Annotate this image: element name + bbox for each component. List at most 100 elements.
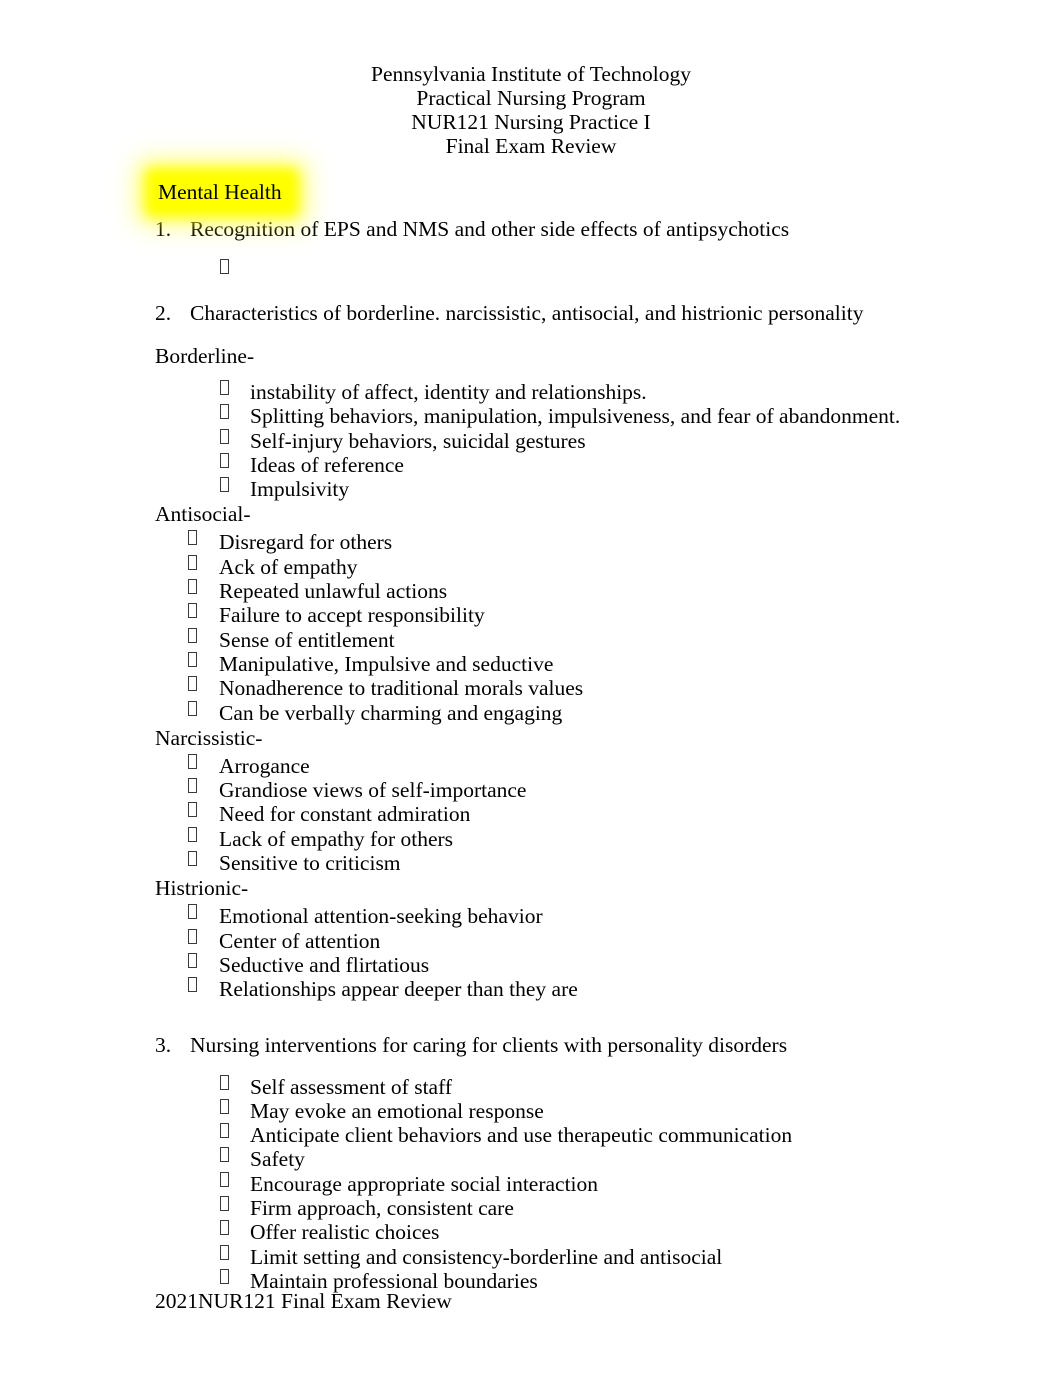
list-item: Encourage appropriate social interaction [0, 1171, 1062, 1196]
group-heading-antisocial: Antisocial- [155, 502, 251, 527]
list-text-1: Recognition of EPS and NMS and other sid… [190, 217, 790, 241]
bullet-box-icon [188, 851, 197, 867]
bullet-list-interventions: Self assessment of staff May evoke an em… [0, 1074, 1062, 1294]
document-page: Pennsylvania Institute of Technology Pra… [0, 0, 1062, 1377]
group-heading-borderline: Borderline- [155, 344, 255, 368]
header-line-course: NUR121 Nursing Practice I [411, 110, 651, 134]
bullet-text: Failure to accept responsibility [219, 603, 485, 628]
bullet-text: Impulsivity [250, 477, 350, 502]
bullet-text: Ideas of reference [250, 452, 404, 477]
bullet-text: Anticipate client behaviors and use ther… [250, 1123, 793, 1148]
bullet-text: May evoke an emotional response [250, 1098, 544, 1123]
list-item: Splitting behaviors, manipulation, impul… [0, 404, 1062, 428]
list-item: Arrogance [0, 753, 1062, 778]
bullet-box-icon [220, 380, 229, 395]
bullet-text: instability of affect, identity and rela… [250, 380, 647, 404]
bullet-text: Self-injury behaviors, suicidal gestures [250, 428, 586, 453]
document-body: 1. Recognition of EPS and NMS and other … [0, 216, 1062, 1293]
bullet-text: Repeated unlawful actions [219, 579, 448, 604]
bullet-text: Sensitive to criticism [219, 851, 401, 876]
bullet-box-icon [220, 1171, 229, 1187]
list-item-3: 3. Nursing interventions for caring for … [0, 1032, 1062, 1059]
empty-bullet-row [0, 259, 1062, 286]
bullet-list-narcissistic: Arrogance Grandiose views of self-import… [0, 753, 1062, 876]
list-item-2: 2. Characteristics of borderline. narcis… [0, 300, 1062, 327]
bullet-box-icon [220, 1147, 229, 1163]
bullet-list-borderline: instability of affect, identity and rela… [0, 380, 1062, 501]
bullet-box-icon [188, 826, 197, 842]
bullet-text: Emotional attention-seeking behavior [219, 904, 543, 929]
bullet-text: Need for constant admiration [219, 802, 471, 827]
bullet-list-antisocial: Disregard for others Ack of empathy Repe… [0, 530, 1062, 725]
bullet-text: Center of attention [219, 928, 381, 953]
bullet-text: Splitting behaviors, manipulation, impul… [250, 404, 901, 429]
list-item: Can be verbally charming and engaging [0, 700, 1062, 725]
list-item-1: 1. Recognition of EPS and NMS and other … [0, 216, 1062, 243]
bullet-text: Nonadherence to traditional morals value… [219, 676, 584, 701]
list-text-3: Nursing interventions for caring for cli… [190, 1032, 788, 1057]
bullet-text: Disregard for others [219, 530, 393, 555]
list-item: Ack of empathy [0, 554, 1062, 579]
section-heading-mental-health: Mental Health [155, 178, 289, 207]
bullet-box-icon [220, 1196, 229, 1212]
bullet-box-icon [188, 977, 197, 993]
header-line-institution: Pennsylvania Institute of Technology [371, 62, 691, 86]
bullet-box-icon [188, 928, 197, 944]
bullet-box-icon [188, 651, 197, 667]
bullet-text: Relationships appear deeper than they ar… [219, 977, 578, 1002]
list-text-2: Characteristics of borderline. narcissis… [190, 301, 864, 325]
document-header: Pennsylvania Institute of Technology Pra… [0, 62, 1062, 158]
bullet-text: Ack of empathy [219, 554, 358, 579]
bullet-box-icon [188, 530, 197, 546]
list-item: May evoke an emotional response [0, 1098, 1062, 1123]
bullet-text: Firm approach, consistent care [250, 1196, 514, 1221]
bullet-box-icon [220, 259, 229, 274]
list-item: Self assessment of staff [0, 1074, 1062, 1099]
bullet-text: Sense of entitlement [219, 627, 395, 652]
list-number-2: 2. [155, 301, 172, 325]
bullet-box-icon [188, 579, 197, 595]
list-item: Ideas of reference [0, 452, 1062, 477]
bullet-box-icon [220, 1244, 229, 1260]
list-item: Lack of empathy for others [0, 826, 1062, 851]
list-item: Sense of entitlement [0, 627, 1062, 652]
bullet-box-icon [220, 1220, 229, 1236]
list-number-1: 1. [155, 217, 172, 241]
group-heading-narcissistic: Narcissistic- [155, 725, 263, 750]
list-item: Failure to accept responsibility [0, 603, 1062, 627]
document-footer: 2021NUR121 Final Exam Review [155, 1289, 452, 1313]
list-item: Impulsivity [0, 477, 1062, 501]
bullet-text: Safety [250, 1147, 305, 1172]
bullet-box-icon [188, 802, 197, 818]
bullet-text: Encourage appropriate social interaction [250, 1171, 599, 1196]
list-item: Need for constant admiration [0, 802, 1062, 826]
bullet-box-icon [220, 1268, 229, 1284]
bullet-text: Limit setting and consistency-borderline… [250, 1244, 723, 1269]
bullet-box-icon [220, 477, 229, 493]
group-heading-histrionic: Histrionic- [155, 876, 249, 901]
list-item: Offer realistic choices [0, 1220, 1062, 1244]
bullet-box-icon [188, 627, 197, 643]
list-item: Limit setting and consistency-borderline… [0, 1244, 1062, 1269]
bullet-box-icon [220, 452, 229, 468]
list-item: Firm approach, consistent care [0, 1196, 1062, 1220]
list-item: Grandiose views of self-importance [0, 778, 1062, 802]
list-item: Repeated unlawful actions [0, 579, 1062, 603]
list-item: Safety [0, 1147, 1062, 1171]
bullet-box-icon [188, 904, 197, 920]
bullet-box-icon [220, 1074, 229, 1090]
list-item: Relationships appear deeper than they ar… [0, 977, 1062, 1001]
bullet-box-icon [188, 700, 197, 716]
bullet-box-icon [188, 753, 197, 769]
bullet-box-icon [188, 554, 197, 570]
bullet-box-icon [188, 778, 197, 794]
list-item: instability of affect, identity and rela… [0, 380, 1062, 404]
list-item: Seductive and flirtatious [0, 952, 1062, 977]
bullet-text: Grandiose views of self-importance [219, 778, 527, 803]
list-item: Self-injury behaviors, suicidal gestures [0, 428, 1062, 453]
section-heading-wrapper: Mental Health [155, 178, 289, 207]
bullet-text: Seductive and flirtatious [219, 952, 430, 977]
bullet-box-icon [220, 428, 229, 444]
bullet-text: Can be verbally charming and engaging [219, 700, 563, 725]
bullet-text: Arrogance [219, 753, 310, 778]
